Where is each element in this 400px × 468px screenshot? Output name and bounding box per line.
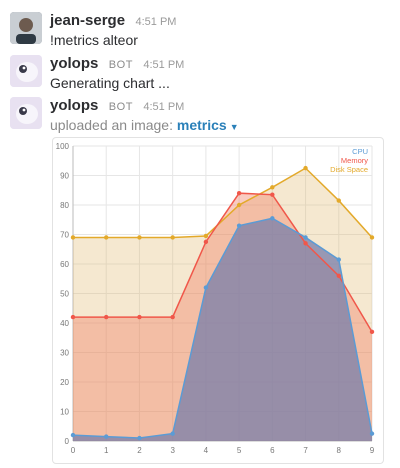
data-point-cpu [270, 216, 275, 221]
data-point-memory [270, 192, 275, 197]
data-point-cpu [137, 435, 142, 441]
bot-badge: BOT [108, 59, 133, 71]
timestamp[interactable]: 4:51 PM [143, 59, 184, 71]
message-3: yolops BOT 4:51 PM uploaded an image: me… [10, 97, 394, 133]
x-tick-label: 9 [370, 446, 375, 455]
y-tick-label: 40 [60, 319, 69, 328]
chart-image[interactable]: 0 10 20 30 40 50 60 70 80 90 100 0 1 2 3 4 5 6 7 8 9 CPU Memor… [52, 137, 384, 464]
x-tick-label: 6 [270, 446, 275, 455]
x-tick-label: 0 [71, 446, 76, 455]
data-point-cpu [336, 257, 341, 262]
x-tick-label: 7 [303, 446, 308, 455]
data-point-memory [336, 273, 341, 278]
bot-avatar[interactable] [10, 97, 42, 129]
bot-badge: BOT [108, 101, 133, 113]
data-point-cpu [303, 235, 308, 240]
data-point-disk-space [236, 202, 242, 208]
data-point-disk-space [70, 235, 76, 240]
data-point-cpu [70, 432, 76, 438]
y-tick-label: 100 [56, 142, 70, 151]
y-tick-label: 90 [60, 172, 69, 181]
data-point-disk-space [336, 198, 341, 203]
data-point-memory [137, 314, 142, 320]
data-point-disk-space [203, 233, 209, 239]
data-point-cpu [369, 431, 375, 436]
data-point-memory [236, 191, 242, 196]
y-tick-label: 10 [60, 408, 69, 417]
x-tick-label: 1 [104, 446, 109, 455]
author-name[interactable]: yolops [50, 97, 98, 114]
data-point-memory [203, 239, 209, 245]
x-tick-label: 8 [337, 446, 342, 455]
message-text: !metrics alteor [50, 32, 138, 48]
data-point-disk-space [104, 235, 109, 240]
upload-line: uploaded an image: metrics ▼ [50, 117, 239, 133]
y-tick-label: 60 [60, 260, 69, 269]
data-point-disk-space [270, 185, 275, 190]
legend-disk-space: Disk Space [330, 165, 368, 174]
bot-avatar[interactable] [10, 55, 42, 87]
data-point-disk-space [369, 235, 375, 240]
x-tick-label: 4 [204, 446, 209, 455]
chevron-down-icon[interactable]: ▼ [230, 122, 239, 132]
data-point-cpu [170, 431, 175, 436]
author-name[interactable]: jean-serge [50, 12, 125, 29]
x-tick-label: 5 [237, 446, 242, 455]
y-tick-label: 50 [60, 290, 69, 299]
metrics-chart: 0 10 20 30 40 50 60 70 80 90 100 0 1 2 3 4 5 6 7 8 9 CPUMemor… [56, 142, 375, 455]
y-tick-label: 20 [60, 378, 69, 387]
message-text: Generating chart ... [50, 75, 170, 91]
data-point-disk-space [170, 235, 175, 240]
y-tick-label: 30 [60, 349, 69, 358]
message-2: yolops BOT 4:51 PM Generating chart ... [10, 55, 394, 91]
y-tick-label: 70 [60, 231, 69, 240]
data-point-cpu [203, 285, 209, 290]
data-point-memory [104, 314, 109, 320]
data-point-memory [369, 329, 375, 335]
legend-memory: Memory [341, 156, 368, 165]
author-name[interactable]: yolops [50, 55, 98, 72]
data-point-disk-space [137, 235, 142, 240]
x-tick-label: 3 [170, 446, 175, 455]
x-tick-label: 2 [137, 446, 142, 455]
data-point-cpu [236, 223, 242, 228]
data-point-memory [303, 241, 308, 246]
y-tick-label: 0 [65, 437, 70, 446]
file-link[interactable]: metrics [177, 117, 227, 133]
y-tick-label: 80 [60, 201, 69, 210]
legend-cpu: CPU [352, 147, 368, 156]
data-point-disk-space [303, 165, 308, 171]
timestamp[interactable]: 4:51 PM [143, 101, 184, 113]
upload-text: uploaded an image: [50, 117, 173, 133]
message-1: jean-serge 4:51 PM !metrics alteor [10, 12, 394, 48]
data-point-memory [70, 314, 76, 320]
data-point-memory [170, 314, 175, 320]
avatar[interactable] [10, 12, 42, 44]
timestamp[interactable]: 4:51 PM [136, 16, 177, 28]
data-point-cpu [104, 434, 109, 439]
